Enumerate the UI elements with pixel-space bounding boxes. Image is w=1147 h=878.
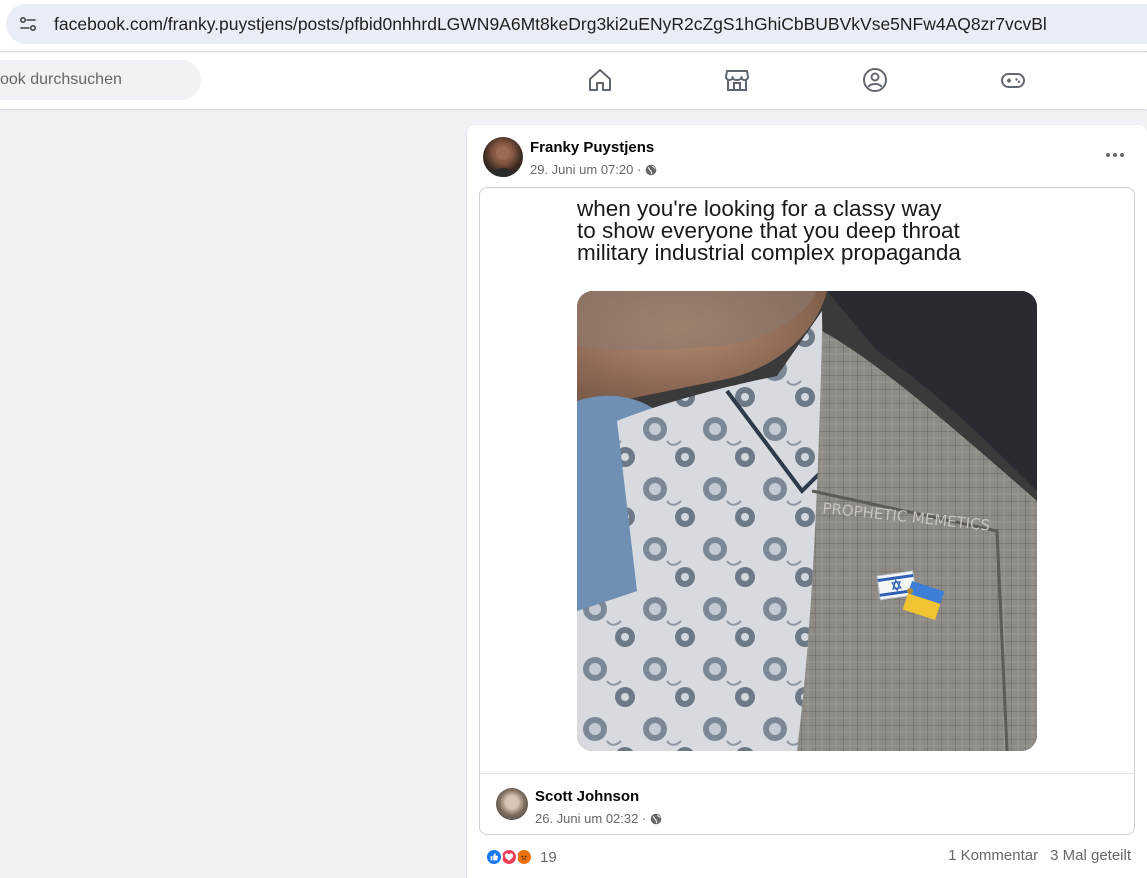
shared-post-timestamp[interactable]: 26. Juni um 02:32 ·	[535, 811, 646, 826]
shared-author-name[interactable]: Scott Johnson	[535, 788, 639, 805]
share-count-link[interactable]: 3 Mal geteilt	[1050, 847, 1131, 864]
shared-post-divider	[480, 773, 1134, 774]
site-info-icon[interactable]	[18, 14, 38, 34]
meme-caption-line: when you're looking for a classy way	[577, 196, 942, 221]
meme-photo[interactable]: PROPHETIC MEMETICS	[577, 291, 1037, 751]
comment-count-link[interactable]: 1 Kommentar	[948, 847, 1038, 864]
address-bar[interactable]: facebook.com/franky.puystjens/posts/pfbi…	[6, 4, 1147, 44]
post-timestamp[interactable]: 29. Juni um 07:20 ·	[530, 162, 641, 177]
search-placeholder: ook durchsuchen	[0, 71, 122, 88]
author-avatar[interactable]	[483, 137, 523, 177]
meme-caption: when you're looking for a classy way to …	[577, 196, 1037, 265]
globe-icon	[650, 813, 662, 824]
post-options-button[interactable]	[1097, 143, 1133, 167]
reactions-summary[interactable]: 19	[485, 847, 557, 867]
shared-author-avatar[interactable]	[496, 788, 528, 820]
post-stats: 1 Kommentar 3 Mal geteilt	[948, 847, 1131, 864]
author-name[interactable]: Franky Puystjens	[530, 139, 654, 156]
reaction-count[interactable]: 19	[540, 849, 557, 866]
marketplace-icon[interactable]	[723, 66, 751, 94]
groups-icon[interactable]	[861, 66, 889, 94]
url-text[interactable]: facebook.com/franky.puystjens/posts/pfbi…	[54, 14, 1047, 35]
search-input[interactable]: ook durchsuchen	[0, 60, 201, 100]
post-card: Franky Puystjens 29. Juni um 07:20 · whe…	[467, 125, 1147, 878]
home-icon[interactable]	[586, 66, 614, 94]
browser-toolbar: facebook.com/franky.puystjens/posts/pfbi…	[0, 0, 1147, 52]
globe-icon	[645, 164, 657, 175]
meme-caption-line: military industrial complex propaganda	[577, 240, 961, 265]
meme-caption-line: to show everyone that you deep throat	[577, 218, 960, 243]
shared-post-meta: 26. Juni um 02:32 ·	[535, 811, 662, 826]
like-reaction-icon	[485, 848, 503, 866]
facebook-top-nav: ook durchsuchen	[0, 53, 1147, 109]
shared-post[interactable]: when you're looking for a classy way to …	[479, 187, 1135, 835]
post-meta: 29. Juni um 07:20 ·	[530, 162, 657, 177]
gaming-icon[interactable]	[999, 66, 1027, 94]
